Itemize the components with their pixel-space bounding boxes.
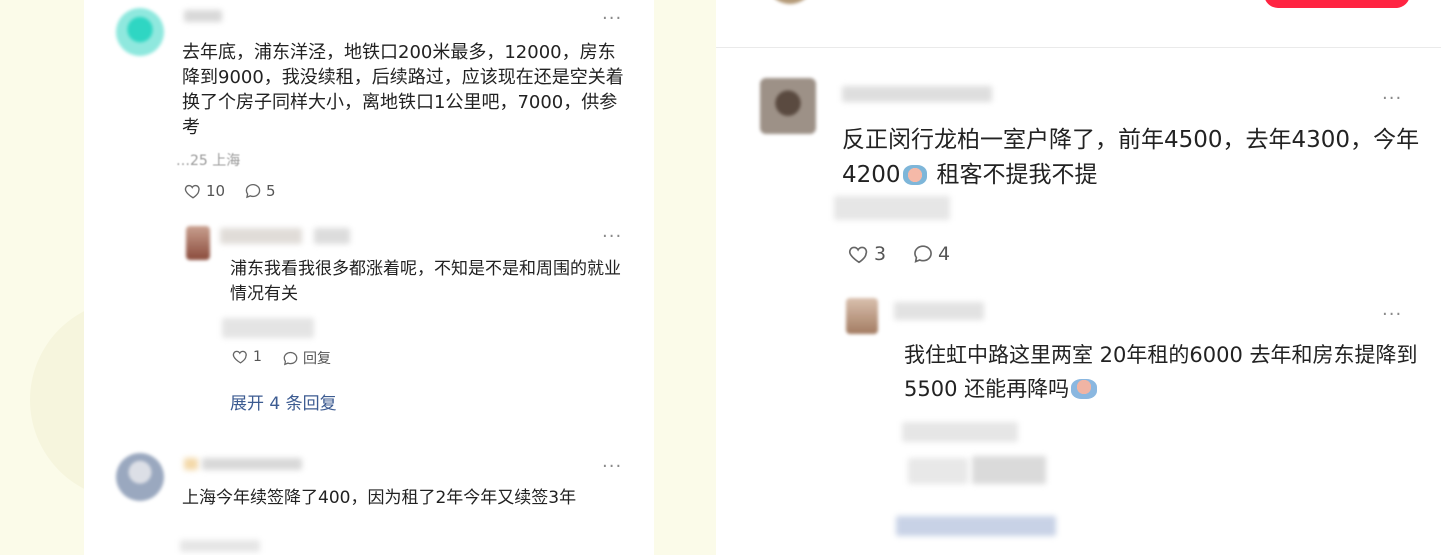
heart-icon (232, 350, 247, 364)
reply-actions[interactable] (908, 458, 968, 484)
emoji-icon (1071, 379, 1098, 399)
comment-meta: …25 上海 (176, 153, 241, 169)
reply-label: 回复 (303, 351, 331, 367)
user-badge (314, 228, 350, 244)
like-count: 3 (874, 243, 887, 265)
like-button[interactable]: 3 (848, 243, 886, 265)
user-badge (184, 458, 198, 470)
username[interactable] (202, 458, 302, 470)
reply-text: 浦东我看我很多都涨着呢，不知是不是和周围的就业情况有关 (230, 259, 621, 304)
reply-count: 5 (266, 182, 276, 200)
username[interactable] (894, 302, 984, 320)
reply-button[interactable]: 回复 (282, 348, 331, 368)
reply-button[interactable]: 5 (244, 182, 276, 200)
reply-meta (902, 422, 1018, 442)
heart-icon (848, 246, 868, 264)
reply-text-main: 我住虹中路这里两室 20年租的6000 去年和房东提降到5500 还能再降吗 (904, 343, 1418, 401)
comment-text-tail: 租客不提我不提 (936, 162, 1098, 188)
username[interactable] (220, 228, 302, 244)
more-options-button[interactable]: ··· (602, 458, 622, 476)
comments-panel-left: ··· 去年底，浦东洋泾，地铁口200米最多，12000，房东降到9000，我没… (84, 0, 654, 555)
comment-icon (914, 245, 932, 263)
comment-meta (180, 540, 260, 552)
like-count: 10 (206, 182, 226, 200)
reply-count: 4 (938, 243, 951, 265)
avatar[interactable] (116, 453, 164, 501)
reply-button[interactable]: 4 (912, 243, 950, 265)
avatar[interactable] (186, 226, 210, 260)
comments-panel-right: ··· 反正闵行龙柏一室户降了，前年4500，去年4300，今年4200 租客不提… (716, 0, 1441, 555)
like-button[interactable]: 1 (232, 348, 262, 365)
more-options-button[interactable]: ··· (602, 228, 622, 246)
author-avatar[interactable] (766, 0, 814, 4)
avatar[interactable] (846, 298, 878, 334)
avatar[interactable] (116, 8, 164, 56)
reply-actions[interactable] (972, 456, 1046, 484)
follow-button[interactable] (1264, 0, 1410, 8)
heart-icon (184, 184, 200, 199)
expand-replies-link[interactable]: 展开 4 条回复 (230, 389, 337, 414)
comment-text: 去年底，浦东洋泾，地铁口200米最多，12000，房东降到9000，我没续租，后… (182, 42, 624, 138)
more-options-button[interactable]: ··· (1382, 306, 1402, 324)
emoji-icon (902, 165, 927, 185)
comment-icon (283, 351, 298, 365)
username[interactable] (842, 86, 992, 102)
reply-text: 我住虹中路这里两室 20年租的6000 去年和房东提降到5500 还能再降吗 (904, 338, 1424, 406)
username[interactable] (184, 10, 222, 22)
like-count: 1 (253, 348, 262, 365)
avatar[interactable] (760, 78, 816, 134)
comment-text: 反正闵行龙柏一室户降了，前年4500，去年4300，今年4200 租客不提我不提 (842, 123, 1422, 193)
comment-icon (245, 183, 261, 199)
expand-replies-link[interactable] (896, 516, 1056, 536)
comment-meta (834, 196, 950, 220)
comment-text: 上海今年续签降了400，因为租了2年今年又续签3年 (182, 488, 577, 508)
more-options-button[interactable]: ··· (1382, 90, 1402, 108)
comment-text-main: 反正闵行龙柏一室户降了，前年4500，去年4300，今年4200 (842, 127, 1420, 188)
reply-meta (222, 318, 314, 338)
header-divider (716, 47, 1441, 48)
like-button[interactable]: 10 (184, 182, 225, 200)
more-options-button[interactable]: ··· (602, 10, 622, 28)
